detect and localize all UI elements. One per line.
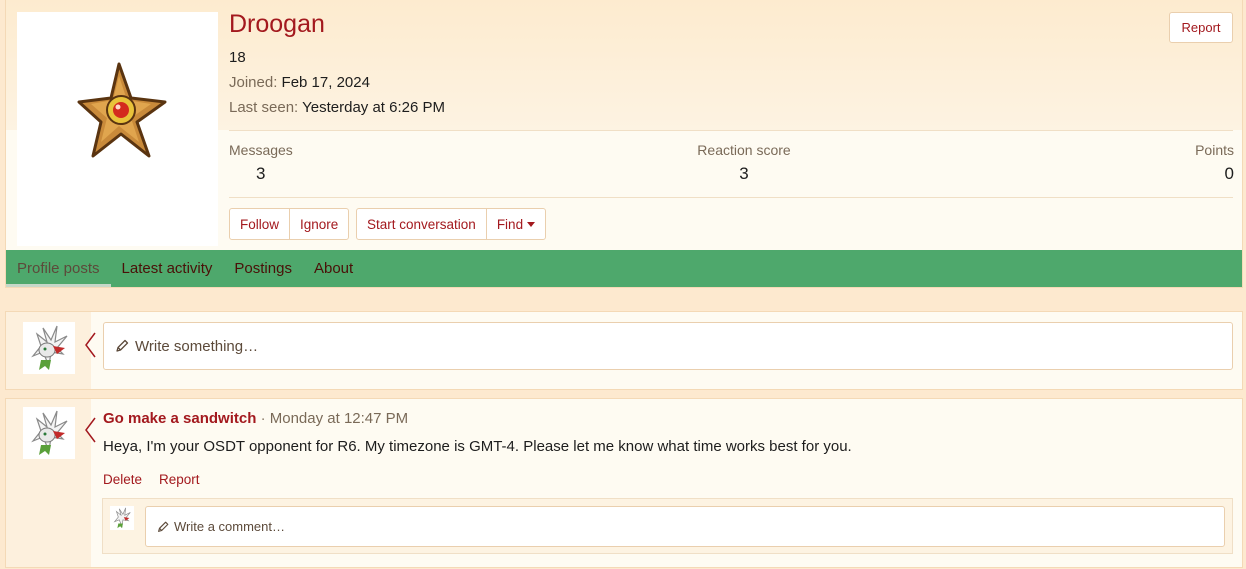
pencil-icon: [116, 339, 129, 352]
ignore-button[interactable]: Ignore: [290, 209, 348, 239]
post-separator: ·: [260, 410, 266, 427]
stat-points-label: Points: [1195, 142, 1234, 158]
post-author-link[interactable]: Go make a sandwitch: [103, 410, 256, 427]
joined-label: Joined:: [229, 74, 278, 91]
speech-arrow-icon: [85, 332, 96, 358]
viewer-avatar[interactable]: [23, 322, 75, 374]
staryu-avatar-icon: [77, 62, 167, 158]
member-last-seen: Last seen: Yesterday at 6:26 PM: [229, 99, 445, 116]
stat-points[interactable]: Points 0: [1190, 142, 1234, 184]
shaymin-avatar-icon: [31, 325, 68, 370]
profile-tabs: Profile posts Latest activity Postings A…: [6, 250, 1242, 287]
follow-button[interactable]: Follow: [230, 209, 291, 239]
post-timestamp[interactable]: Monday at 12:47 PM: [270, 410, 408, 427]
post-author-avatar[interactable]: [23, 407, 75, 459]
last-seen-label: Last seen:: [229, 99, 299, 116]
tab-profile-posts[interactable]: Profile posts: [6, 250, 111, 287]
last-seen-value[interactable]: Yesterday at 6:26 PM: [302, 99, 445, 116]
member-avatar[interactable]: [17, 12, 218, 246]
stat-reaction-label: Reaction score: [697, 142, 791, 158]
stat-points-value[interactable]: 0: [1190, 164, 1234, 184]
pencil-icon: [158, 521, 169, 532]
post-actions: Delete Report: [103, 472, 200, 487]
find-menu-button[interactable]: Find: [487, 209, 545, 239]
write-comment-placeholder: Write a comment…: [174, 519, 286, 534]
shaymin-avatar-icon: [113, 507, 131, 529]
divider: [229, 197, 1233, 198]
speech-arrow-icon: [85, 417, 96, 443]
write-something-input[interactable]: Write something…: [103, 322, 1233, 370]
comment-composer: Write a comment…: [102, 498, 1233, 554]
stat-messages[interactable]: Messages 3: [229, 142, 293, 184]
follow-ignore-group: Follow Ignore: [229, 208, 350, 240]
member-header: Droogan 18 Joined: Feb 17, 2024 Last see…: [5, 0, 1243, 288]
divider: [229, 130, 1233, 131]
tab-latest-activity[interactable]: Latest activity: [111, 250, 224, 287]
comment-viewer-avatar[interactable]: [110, 506, 134, 530]
post-message: Heya, I'm your OSDT opponent for R6. My …: [103, 438, 852, 455]
joined-value: Feb 17, 2024: [281, 74, 370, 91]
stat-reaction-value: 3: [739, 164, 749, 183]
caret-down-icon: [527, 221, 536, 227]
conversation-find-group: Start conversation Find: [356, 208, 547, 240]
report-post-link[interactable]: Report: [159, 472, 200, 487]
tab-postings[interactable]: Postings: [223, 250, 303, 287]
stat-messages-label: Messages: [229, 142, 293, 158]
find-label: Find: [496, 216, 524, 232]
profile-post-composer: Write something…: [5, 311, 1243, 390]
write-something-placeholder: Write something…: [135, 337, 259, 355]
start-conversation-button[interactable]: Start conversation: [357, 209, 487, 239]
member-user-title: 18: [229, 49, 246, 66]
post-header: Go make a sandwitch · Monday at 12:47 PM: [103, 410, 408, 427]
member-joined: Joined: Feb 17, 2024: [229, 74, 370, 91]
tab-about[interactable]: About: [303, 250, 364, 287]
stat-reaction-score: Reaction score 3: [696, 142, 792, 184]
report-member-button[interactable]: Report: [1169, 12, 1233, 43]
profile-post: Go make a sandwitch · Monday at 12:47 PM…: [5, 398, 1243, 568]
member-username: Droogan: [229, 10, 325, 38]
shaymin-avatar-icon: [31, 410, 68, 455]
delete-post-link[interactable]: Delete: [103, 472, 142, 487]
stat-messages-value[interactable]: 3: [229, 164, 293, 184]
write-comment-input[interactable]: Write a comment…: [145, 506, 1225, 547]
